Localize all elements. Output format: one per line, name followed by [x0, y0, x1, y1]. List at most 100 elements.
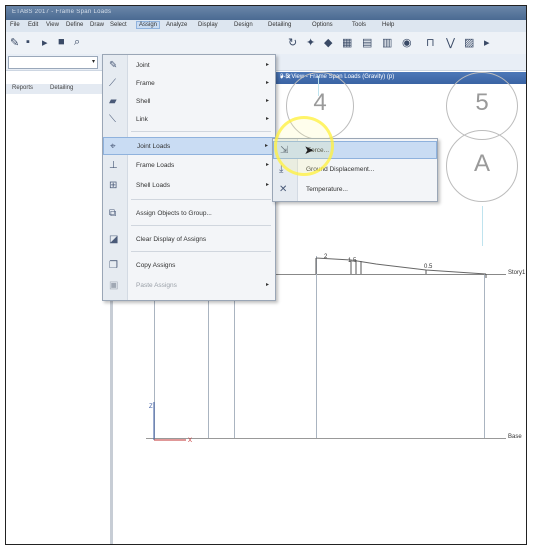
- menu-separator: [131, 225, 271, 226]
- chevron-right-icon: ▸: [265, 282, 269, 288]
- story-label: Story1: [508, 270, 526, 276]
- menu-file[interactable]: File: [10, 22, 20, 28]
- grid-line: [318, 76, 319, 96]
- axis-triad: Z X: [149, 402, 192, 444]
- story-select[interactable]: ▾: [8, 56, 98, 69]
- save-icon[interactable]: ▪: [26, 36, 30, 48]
- run-icon[interactable]: ▸: [42, 36, 48, 49]
- column-line: [484, 274, 485, 438]
- temperature-icon: ✕: [279, 184, 288, 195]
- menu-item-joint[interactable]: ✎ Joint ▸: [103, 57, 275, 75]
- menu-item-assign-group[interactable]: ⧉ Assign Objects to Group...: [103, 205, 275, 223]
- pencil-icon[interactable]: ✎: [10, 36, 19, 49]
- chevron-right-icon: ▸: [265, 62, 269, 68]
- menu-item-label: Frame: [136, 80, 155, 87]
- toolbar: ✎ ▪ ▸ ■ ⌕ ↻ ✦ ◆ ▦ ▤ ▥ ◉ ⊓ ⋁ ▨ ▸: [6, 32, 526, 55]
- menu-item-label: Temperature...: [306, 186, 348, 193]
- menu-item-copy-assigns[interactable]: ❐ Copy Assigns: [103, 257, 275, 275]
- joint-icon: ✎: [109, 60, 118, 71]
- menu-item-label: Copy Assigns: [136, 262, 176, 269]
- svg-text:Z: Z: [149, 404, 153, 410]
- window-title: ETABS 2017 - Frame Span Loads: [12, 9, 112, 15]
- clear-icon: ◪: [109, 234, 119, 245]
- paste-icon: ▣: [109, 280, 119, 291]
- chevron-right-icon: ▸: [265, 182, 269, 188]
- zoom-icon[interactable]: ⌕: [74, 36, 80, 49]
- stop-icon[interactable]: ■: [58, 36, 65, 48]
- menu-item-label: Clear Display of Assigns: [136, 236, 207, 243]
- chevron-right-icon: ▸: [265, 116, 269, 122]
- menu-item-label: Paste Assigns: [136, 282, 177, 289]
- menu-separator: [131, 131, 271, 132]
- menu-item-temperature[interactable]: ✕ Temperature...: [273, 181, 437, 199]
- chevron-right-icon: ▸: [264, 143, 268, 149]
- menu-design[interactable]: Design: [234, 22, 253, 28]
- shell-loads-icon: ⊞: [109, 180, 118, 191]
- menu-separator: [131, 199, 271, 200]
- menu-item-label: Shell: [136, 98, 151, 105]
- refresh-icon[interactable]: ↻: [288, 36, 297, 49]
- menu-item-link[interactable]: ⟍ Link ▸: [103, 111, 275, 129]
- menu-detailing[interactable]: Detailing: [268, 22, 291, 28]
- grid-bubble-label: 5: [475, 89, 489, 116]
- tab-detailing[interactable]: Detailing: [50, 85, 73, 91]
- grid-line: [482, 206, 483, 246]
- menu-item-frame[interactable]: ⟋ Frame ▸: [103, 75, 275, 93]
- chevron-right-icon: ▸: [265, 162, 269, 168]
- menu-draw[interactable]: Draw: [90, 22, 104, 28]
- options-icon[interactable]: ◉: [402, 36, 412, 49]
- elevation-icon[interactable]: ▤: [362, 36, 372, 49]
- menu-view[interactable]: View: [46, 22, 59, 28]
- load-value-label: 1.5: [348, 258, 357, 264]
- menu-item-shell[interactable]: ▰ Shell ▸: [103, 93, 275, 111]
- grid-bubble-label: 4: [313, 89, 327, 116]
- wall-icon[interactable]: ▨: [464, 36, 474, 49]
- menu-item-label: Joint Loads: [137, 143, 171, 150]
- menu-item-joint-loads[interactable]: ⌖ Joint Loads ▸: [103, 137, 275, 155]
- load-value-label: 2: [324, 254, 328, 260]
- menu-item-clear-display[interactable]: ◪ Clear Display of Assigns: [103, 231, 275, 249]
- load-value-label: 0.5: [424, 264, 433, 270]
- title-bar: ETABS 2017 - Frame Span Loads: [6, 6, 526, 20]
- menu-item-shell-loads[interactable]: ⊞ Shell Loads ▸: [103, 177, 275, 195]
- tab-reports[interactable]: Reports: [12, 85, 33, 91]
- shell-icon: ▰: [109, 96, 117, 107]
- menu-item-label: Assign Objects to Group...: [136, 210, 212, 217]
- plan-view-icon[interactable]: ▦: [342, 36, 352, 49]
- menu-analyze[interactable]: Analyze: [166, 22, 187, 28]
- chevron-right-icon: ▸: [265, 80, 269, 86]
- link-icon: ⟍: [109, 114, 116, 125]
- rotate-icon[interactable]: ✦: [306, 36, 315, 49]
- brace-icon[interactable]: ⋁: [446, 36, 455, 49]
- application-window: ETABS 2017 - Frame Span Loads File Edit …: [5, 5, 527, 545]
- menu-edit[interactable]: Edit: [28, 22, 38, 28]
- menu-separator: [131, 251, 271, 252]
- menu-tools[interactable]: Tools: [352, 22, 366, 28]
- menu-help[interactable]: Help: [382, 22, 394, 28]
- menu-item-label: Link: [136, 116, 148, 123]
- menu-item-label: Frame Loads: [136, 162, 175, 169]
- model-explorer-panel: [6, 94, 110, 544]
- menu-options[interactable]: Options: [312, 22, 333, 28]
- menu-item-frame-loads[interactable]: ⊥ Frame Loads ▸: [103, 157, 275, 175]
- chevron-right-icon: ▸: [265, 98, 269, 104]
- frame-draw-icon[interactable]: ⊓: [426, 36, 435, 49]
- copy-icon: ❐: [109, 260, 118, 271]
- distributed-load-diagram: [315, 257, 487, 278]
- menu-item-paste-assigns[interactable]: ▣ Paste Assigns ▸: [103, 277, 275, 295]
- menu-item-label: Joint: [136, 62, 150, 69]
- menu-select[interactable]: Select: [110, 22, 127, 28]
- story-label: Base: [508, 434, 522, 440]
- menu-define[interactable]: Define: [66, 22, 83, 28]
- grid-bubble-a: A: [446, 130, 518, 202]
- menu-display[interactable]: Display: [198, 22, 218, 28]
- view-3d-icon[interactable]: ◆: [324, 36, 332, 49]
- more-icon[interactable]: ▸: [484, 36, 490, 49]
- frame-icon: ⟋: [109, 78, 116, 89]
- svg-text:X: X: [188, 438, 192, 444]
- grid-icon[interactable]: ▥: [382, 36, 392, 49]
- group-icon: ⧉: [109, 208, 117, 219]
- grid-bubble-label: A: [473, 150, 490, 177]
- mouse-pointer-icon: ➤: [304, 143, 315, 157]
- menu-assign[interactable]: Assign: [136, 21, 161, 29]
